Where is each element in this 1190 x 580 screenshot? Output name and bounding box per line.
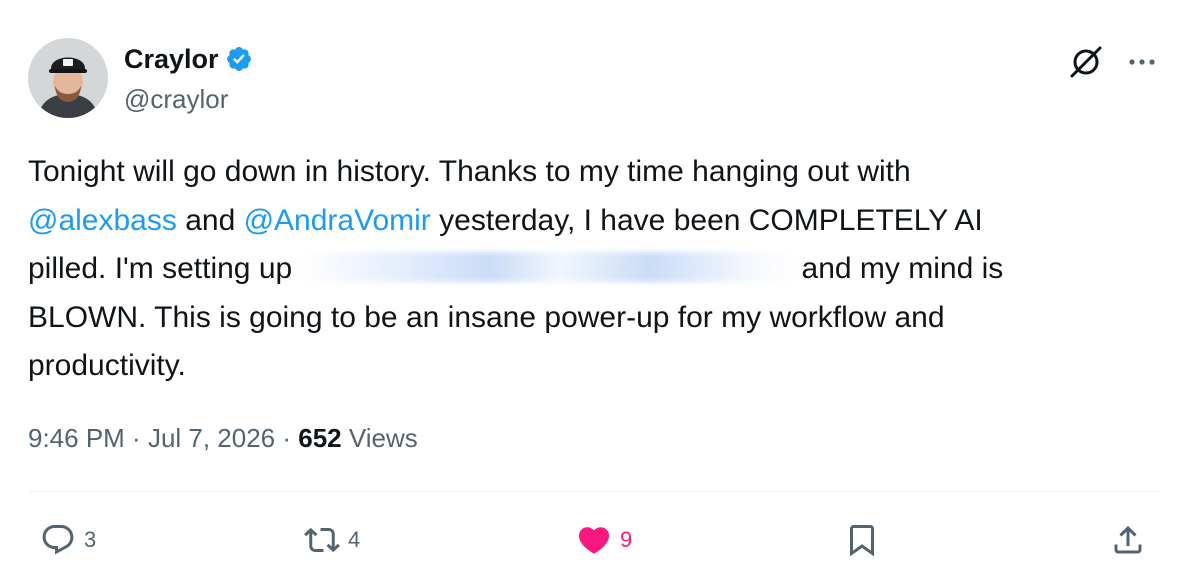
post-text-fragment: and my mind is [801,252,1004,285]
author-name-row: Craylor [124,42,253,76]
avatar[interactable] [28,38,108,118]
repost-button[interactable]: 4 [304,520,360,560]
verified-badge-icon [225,45,253,73]
avatar-photo [28,38,108,118]
share-icon [1114,525,1142,554]
repost-icon [304,527,340,553]
more-icon[interactable] [1124,54,1160,70]
bookmark-icon [850,525,874,557]
post-text-fragment: and [176,203,244,237]
views-count: 652 [298,423,342,453]
redacted-blur [300,252,799,282]
post-text: Tonight will go down in history. Thanks … [28,148,1148,391]
mention-link[interactable]: @alexbass [28,204,177,237]
meta-separator: · [124,423,148,453]
author-name[interactable]: Craylor [124,42,219,76]
divider [28,491,1160,492]
author-handle[interactable]: @craylor [124,82,228,116]
reply-count: 3 [84,527,97,552]
post-meta: 9:46 PM · Jul 7, 2026 · 652 Views [28,420,418,456]
reply-icon [42,525,74,555]
grok-icon[interactable] [1068,44,1104,80]
post-date[interactable]: Jul 7, 2026 [148,423,275,453]
views-label: Views [341,423,418,453]
post-text-fragment: pilled. I'm setting up [28,252,301,285]
heart-icon [578,527,610,554]
post-text-line: BLOWN. This is going to be an insane pow… [28,300,945,334]
reply-button[interactable]: 3 [40,520,96,560]
bookmark-button[interactable] [844,520,880,560]
share-button[interactable] [1110,520,1146,560]
repost-count: 4 [348,527,361,552]
post-text-line: productivity. [28,349,186,382]
post-text-fragment: yesterday, I have been COMPLETELY AI [430,203,983,237]
post-card: Craylor @craylor Tonight will go down in… [0,0,1190,580]
meta-separator: · [275,423,299,453]
post-text-line: Tonight will go down in history. Thanks … [28,155,911,188]
like-button[interactable]: 9 [576,520,632,560]
post-time[interactable]: 9:46 PM [28,423,125,453]
mention-link[interactable]: @AndraVomir [244,204,431,237]
like-count: 9 [620,527,633,552]
